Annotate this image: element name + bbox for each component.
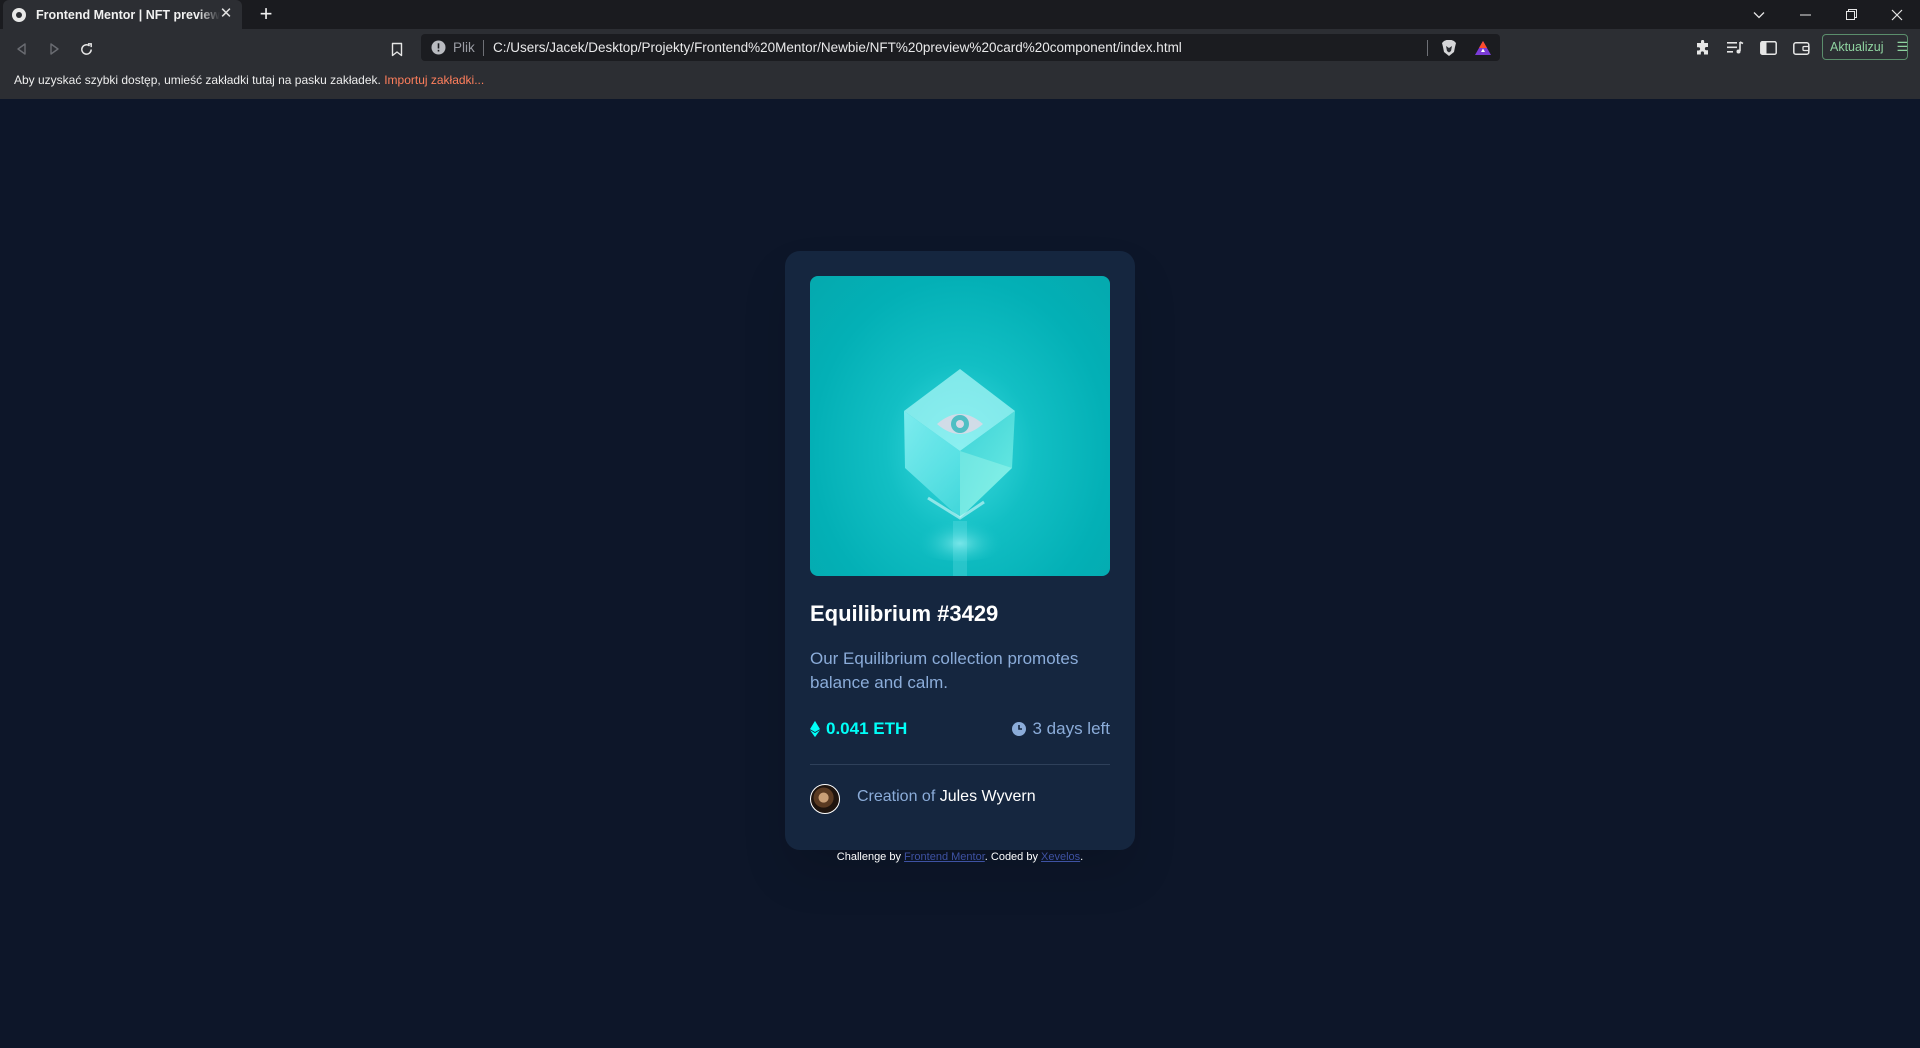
browser-tab[interactable]: Frontend Mentor | NFT preview card compo… bbox=[3, 0, 242, 29]
attribution-coded-by: . Coded by bbox=[984, 851, 1038, 863]
address-separator bbox=[1427, 40, 1428, 56]
address-scheme-label: Plik bbox=[453, 40, 475, 55]
creator-avatar bbox=[810, 784, 840, 814]
clock-icon bbox=[1011, 722, 1026, 736]
tab-title: Frontend Mentor | NFT preview card compo… bbox=[36, 7, 220, 22]
address-bar[interactable]: Plik C:/Users/Jacek/Desktop/Projekty/Fro… bbox=[421, 34, 1500, 61]
brave-rewards-icon[interactable] bbox=[1474, 40, 1492, 56]
frontend-mentor-link[interactable]: Frontend Mentor bbox=[904, 851, 985, 863]
address-separator bbox=[483, 40, 484, 56]
url-text[interactable]: C:/Users/Jacek/Desktop/Projekty/Frontend… bbox=[493, 40, 1182, 55]
tab-close-icon[interactable]: ✕ bbox=[218, 6, 234, 22]
nft-title[interactable]: Equilibrium #3429 bbox=[810, 601, 1110, 627]
menu-icon[interactable]: ☰ bbox=[1897, 39, 1909, 55]
bookmarks-bar-hint-text: Aby uzyskać szybki dostęp, umieść zakład… bbox=[14, 73, 381, 87]
update-button[interactable]: Aktualizuj ☰ bbox=[1822, 34, 1908, 60]
attribution-end: . bbox=[1080, 851, 1084, 863]
back-icon[interactable] bbox=[11, 38, 33, 60]
nft-description: Our Equilibrium collection promotes bala… bbox=[810, 649, 1079, 692]
nft-price-value: 0.041 ETH bbox=[826, 719, 908, 738]
brave-shields-icon[interactable] bbox=[1441, 39, 1457, 57]
close-window-button[interactable] bbox=[1874, 0, 1920, 29]
wallet-icon[interactable] bbox=[1791, 38, 1811, 58]
attribution-footer: Challenge by Frontend Mentor. Coded by X… bbox=[0, 851, 1920, 863]
restore-button[interactable] bbox=[1828, 0, 1874, 29]
forward-icon[interactable] bbox=[43, 38, 65, 60]
reload-icon[interactable] bbox=[75, 38, 97, 60]
media-playlist-icon[interactable] bbox=[1725, 38, 1745, 58]
attribution-challenge-by: Challenge by bbox=[836, 851, 901, 863]
tab-strip: Frontend Mentor | NFT preview card compo… bbox=[0, 0, 1920, 29]
creator-line: Creation of Jules Wyvern bbox=[857, 788, 1036, 806]
ethereum-icon bbox=[810, 720, 820, 738]
nft-card: Equilibrium #3429 Our Equilibrium collec… bbox=[785, 251, 1135, 850]
bookmarks-bar-hint: Aby uzyskać szybki dostęp, umieść zakład… bbox=[14, 73, 484, 87]
sidebar-icon[interactable] bbox=[1758, 38, 1778, 58]
new-tab-button[interactable]: + bbox=[256, 3, 276, 25]
extensions-icon[interactable] bbox=[1693, 38, 1713, 58]
tab-search-chevron-icon[interactable] bbox=[1736, 0, 1782, 29]
site-info-icon[interactable] bbox=[431, 40, 446, 55]
nft-price: 0.041 ETH bbox=[810, 716, 907, 742]
import-bookmarks-link[interactable]: Importuj zakładki... bbox=[384, 73, 484, 87]
creator-name[interactable]: Jules Wyvern bbox=[940, 788, 1036, 805]
minimize-button[interactable] bbox=[1782, 0, 1828, 29]
nft-time-left: 3 days left bbox=[1011, 716, 1111, 742]
card-divider bbox=[810, 764, 1110, 765]
nft-time-left-value: 3 days left bbox=[1032, 719, 1111, 738]
coder-link[interactable]: Xevelos bbox=[1041, 851, 1080, 863]
update-button-label: Aktualizuj bbox=[1830, 40, 1884, 54]
nft-image[interactable] bbox=[810, 276, 1110, 576]
bookmark-icon[interactable] bbox=[386, 38, 408, 60]
tab-favicon-icon bbox=[12, 7, 26, 22]
creator-prefix: Creation of bbox=[857, 788, 936, 805]
